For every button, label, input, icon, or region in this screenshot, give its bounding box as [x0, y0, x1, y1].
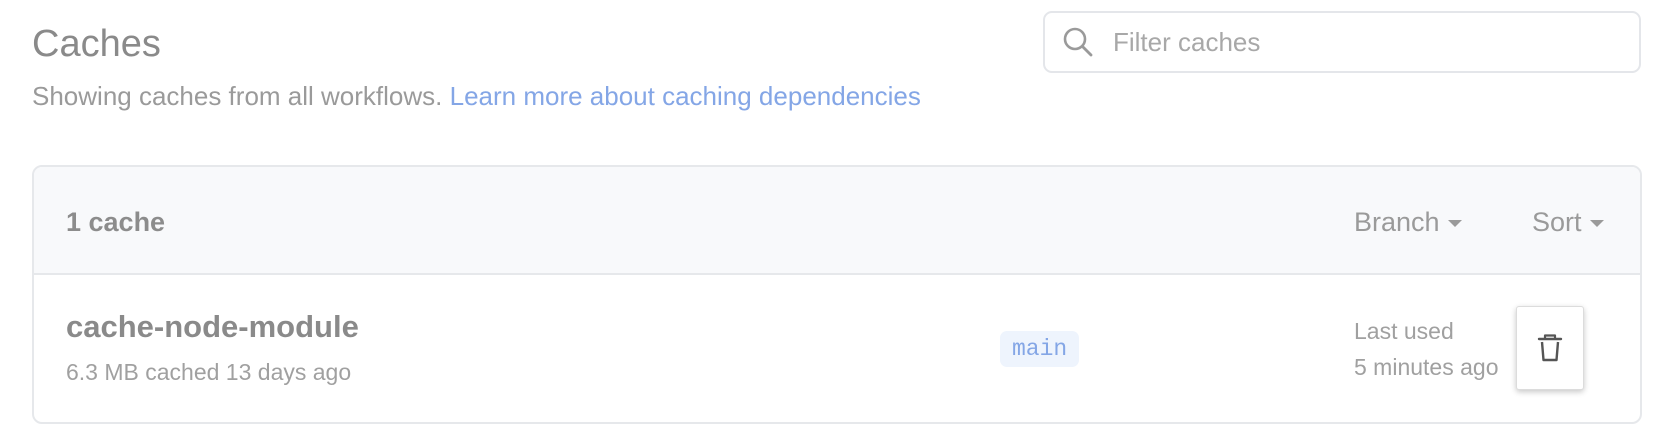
caret-down-icon	[1447, 220, 1462, 227]
branch-menu-label: Branch	[1354, 207, 1440, 237]
filter-caches-search[interactable]	[1043, 11, 1641, 73]
page-subtitle: Showing caches from all workflows. Learn…	[32, 78, 921, 114]
cache-size-age: 6.3 MB cached 13 days ago	[66, 359, 352, 385]
last-used-label: Last used	[1354, 318, 1454, 344]
table-row: cache-node-module 6.3 MB cached 13 days …	[34, 275, 1640, 422]
branch-filter-menu[interactable]: Branch	[1354, 205, 1462, 239]
cache-count: 1 cache	[66, 207, 166, 237]
cache-list: 1 cache Branch Sort cache-node-module 6.…	[32, 165, 1642, 424]
subtitle-text: Showing caches from all workflows.	[32, 81, 443, 111]
cache-list-header: 1 cache Branch Sort	[34, 167, 1640, 275]
delete-cache-button[interactable]	[1516, 306, 1584, 390]
last-used-value: 5 minutes ago	[1354, 354, 1499, 380]
page-title: Caches	[32, 23, 161, 65]
caches-page: Caches Showing caches from all workflows…	[0, 0, 1666, 444]
trash-icon	[1537, 334, 1563, 362]
cache-name[interactable]: cache-node-module	[66, 308, 359, 346]
search-icon	[1063, 27, 1093, 57]
learn-more-link[interactable]: Learn more about caching dependencies	[450, 81, 921, 111]
sort-menu-label: Sort	[1532, 207, 1582, 237]
last-used: Last used 5 minutes ago	[1354, 313, 1498, 385]
branch-badge: main	[1000, 331, 1080, 367]
filter-caches-input[interactable]	[1113, 26, 1633, 58]
caret-down-icon	[1589, 220, 1604, 227]
sort-menu[interactable]: Sort	[1532, 205, 1604, 239]
